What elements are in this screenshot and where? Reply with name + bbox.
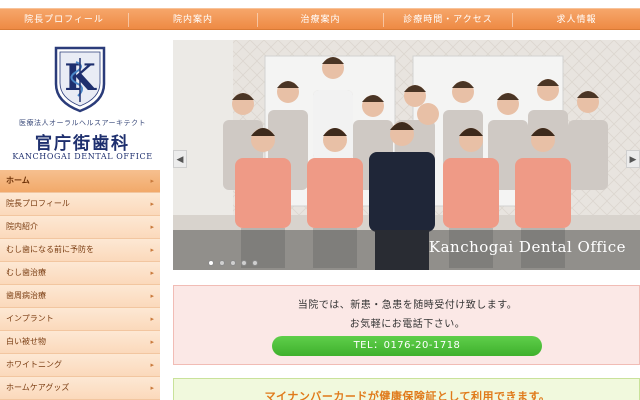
sidenav-item-label: むし歯治療 xyxy=(6,268,46,277)
sidenav-item-cavity-treatment[interactable]: むし歯治療 ▸ xyxy=(0,262,160,285)
mynumber-card-notice: マイナンバーカードが健康保険証として利用できます。 xyxy=(173,378,640,400)
slideshow-next-button[interactable]: ▶ xyxy=(626,150,640,168)
sidenav-item-whitening[interactable]: ホワイトニング ▸ xyxy=(0,354,160,377)
sidenav-item-prevention[interactable]: むし歯になる前に予防を ▸ xyxy=(0,239,160,262)
notice-text-line1: 当院では、新患・急患を随時受付け致します。 xyxy=(297,300,518,311)
sidenav-item-label: 院内紹介 xyxy=(6,222,38,231)
slideshow-dot[interactable] xyxy=(208,260,214,266)
slideshow-dot[interactable] xyxy=(252,260,258,266)
side-navigation: ホーム ▸ 院長プロフィール ▸ 院内紹介 ▸ むし歯になる前に予防を ▸ むし歯治療 ▸… xyxy=(0,170,160,400)
sidenav-item-profile[interactable]: 院長プロフィール ▸ xyxy=(0,193,160,216)
chevron-right-icon: ▸ xyxy=(150,384,154,392)
new-patient-notice: 当院では、新患・急患を随時受付け致します。 お気軽にお電話下さい。 TEL：01… xyxy=(173,285,640,365)
sidenav-item-white-crown[interactable]: 白い被せ物 ▸ xyxy=(0,331,160,354)
sidenav-item-label: ホームケアグッズ xyxy=(6,383,70,392)
chevron-right-icon: ▸ xyxy=(150,177,154,185)
topnav-item-profile[interactable]: 院長プロフィール xyxy=(0,9,128,31)
sidenav-item-label: 歯周病治療 xyxy=(6,291,46,300)
logo-clinic-name-english: KANCHOGAI DENTAL OFFICE xyxy=(12,152,153,161)
notice-text-line2: お気軽にお電話下さい。 xyxy=(349,319,466,330)
sidenav-item-implant[interactable]: インプラント ▸ xyxy=(0,308,160,331)
sidenav-item-label: ホワイトニング xyxy=(6,360,62,369)
clinic-emblem-icon: K xyxy=(54,46,106,113)
sidenav-item-periodontal[interactable]: 歯周病治療 ▸ xyxy=(0,285,160,308)
slideshow-dot[interactable] xyxy=(219,260,225,266)
slideshow-dot[interactable] xyxy=(241,260,247,266)
site-logo[interactable]: K 医療法人オーラルヘルスアーキテクト 官庁街歯科 KANCHOGAI DENT… xyxy=(0,36,165,170)
logo-corporation-name: 医療法人オーラルヘルスアーキテクト xyxy=(18,119,147,127)
topnav-item-recruit[interactable]: 求人情報 xyxy=(513,9,640,31)
chevron-right-icon: ▸ xyxy=(150,200,154,208)
chevron-right-icon: ▸ xyxy=(150,292,154,300)
chevron-right-icon: ▸ xyxy=(150,338,154,346)
phone-call-button[interactable]: TEL：0176-20-1718 xyxy=(272,336,542,356)
topnav-item-hours-access[interactable]: 診療時間・アクセス xyxy=(384,9,512,31)
top-navigation: 院長プロフィール 院内案内 治療案内 診療時間・アクセス 求人情報 xyxy=(0,0,640,36)
sidenav-item-label: 院長プロフィール xyxy=(6,199,70,208)
hero-caption: Kanchogai Dental Office xyxy=(428,238,626,256)
sidenav-item-label: 白い被せ物 xyxy=(6,337,46,346)
sidenav-item-label: むし歯になる前に予防を xyxy=(6,245,94,254)
sidenav-item-label: ホーム xyxy=(6,176,30,185)
chevron-right-icon: ▸ xyxy=(150,361,154,369)
sidenav-item-homecare-goods[interactable]: ホームケアグッズ ▸ xyxy=(0,377,160,400)
slideshow-pagination xyxy=(208,260,258,268)
sidenav-item-home[interactable]: ホーム ▸ xyxy=(0,170,160,193)
chevron-right-icon: ▸ xyxy=(150,223,154,231)
slideshow-dot[interactable] xyxy=(230,260,236,266)
slideshow-prev-button[interactable]: ◀ xyxy=(173,150,187,168)
mynumber-card-text: マイナンバーカードが健康保険証として利用できます。 xyxy=(264,390,551,400)
chevron-right-icon: ▸ xyxy=(150,315,154,323)
hero-slideshow: Kanchogai Dental Office xyxy=(173,40,640,270)
sidenav-item-clinic-intro[interactable]: 院内紹介 ▸ xyxy=(0,216,160,239)
sidenav-item-label: インプラント xyxy=(6,314,54,323)
topnav-item-clinic-guide[interactable]: 院内案内 xyxy=(129,9,257,31)
chevron-right-icon: ▸ xyxy=(150,269,154,277)
topnav-item-treatment[interactable]: 治療案内 xyxy=(258,9,383,31)
top-navigation-bar: 院長プロフィール 院内案内 治療案内 診療時間・アクセス 求人情報 xyxy=(0,8,640,30)
chevron-right-icon: ▸ xyxy=(150,246,154,254)
logo-clinic-name: 官庁街歯科 xyxy=(35,134,130,154)
